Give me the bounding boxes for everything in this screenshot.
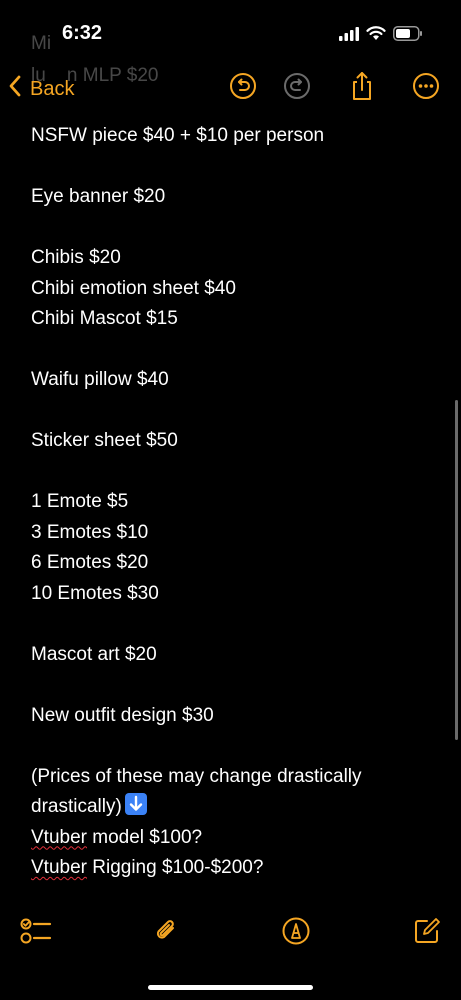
paperclip-icon bbox=[151, 916, 181, 951]
note-line: Chibi emotion sheet $40 bbox=[31, 277, 236, 299]
cellular-signal-icon bbox=[339, 26, 359, 46]
compose-icon bbox=[412, 916, 442, 951]
status-time: 6:32 bbox=[62, 22, 103, 44]
note-line: Waifu pillow $40 bbox=[31, 369, 169, 390]
misspelled-word[interactable]: Vtuber bbox=[31, 827, 87, 848]
note-line-text: model $100? bbox=[86, 826, 203, 848]
note-line: 6 Emotes $20 bbox=[31, 552, 149, 573]
more-button[interactable] bbox=[410, 72, 442, 104]
note-line-text: Rigging $100-$200? bbox=[86, 857, 264, 878]
note-line: Eye banner $20 bbox=[31, 186, 166, 207]
note-line: Vtuber Rigging $100-$200? bbox=[31, 853, 441, 884]
note-line: 3 Emotes $10 bbox=[31, 521, 149, 543]
note-line: Vtuber model $100? bbox=[31, 823, 441, 854]
bottom-toolbar bbox=[0, 910, 461, 960]
back-button[interactable]: Back bbox=[8, 75, 74, 103]
status-bar: 6:32 bbox=[0, 0, 461, 62]
faded-note-text-top: Mi bbox=[31, 33, 52, 54]
note-line bbox=[31, 609, 441, 640]
note-line: 10 Emotes $30 bbox=[31, 582, 159, 604]
wifi-icon bbox=[366, 26, 386, 46]
note-line bbox=[31, 457, 441, 488]
note-line: New outfit design $30 bbox=[31, 704, 214, 726]
note-line-text: drastically) bbox=[31, 796, 122, 817]
note-line bbox=[31, 152, 441, 183]
home-indicator[interactable] bbox=[148, 985, 313, 990]
back-label: Back bbox=[30, 77, 75, 100]
share-icon bbox=[349, 71, 375, 106]
note-line: NSFW piece $40 + $10 per person bbox=[31, 125, 325, 146]
checklist-button[interactable] bbox=[19, 916, 53, 950]
note-line: Chibi Mascot $15 bbox=[31, 308, 178, 329]
redo-button[interactable] bbox=[281, 72, 313, 104]
markup-button[interactable] bbox=[279, 916, 313, 950]
undo-button[interactable] bbox=[227, 72, 259, 104]
down-arrow-emoji-icon bbox=[124, 793, 147, 815]
more-icon bbox=[412, 72, 440, 105]
pen-icon bbox=[281, 916, 311, 951]
note-line bbox=[31, 335, 441, 366]
attach-button[interactable] bbox=[149, 916, 183, 950]
note-line: Sticker sheet $50 bbox=[31, 430, 178, 451]
note-line bbox=[31, 213, 441, 244]
note-line: (Prices of these may change drastically bbox=[31, 765, 362, 787]
note-line: Mascot art $20 bbox=[31, 643, 157, 665]
misspelled-word[interactable]: Vtuber bbox=[31, 857, 87, 878]
checklist-icon bbox=[20, 917, 52, 950]
note-line: Chibis $20 bbox=[31, 247, 121, 268]
chevron-left-icon bbox=[8, 75, 30, 103]
note-line bbox=[31, 731, 441, 762]
note-body[interactable]: NSFW piece $40 + $10 per person Eye bann… bbox=[31, 121, 441, 884]
compose-button[interactable] bbox=[410, 916, 444, 950]
note-line: drastically) bbox=[31, 792, 441, 823]
scrollbar[interactable] bbox=[455, 400, 458, 740]
battery-icon bbox=[393, 26, 423, 46]
status-icons bbox=[339, 26, 423, 46]
note-line bbox=[31, 670, 441, 701]
redo-icon bbox=[283, 72, 311, 105]
undo-icon bbox=[229, 72, 257, 105]
note-line: 1 Emote $5 bbox=[31, 491, 129, 512]
share-button[interactable] bbox=[346, 71, 378, 106]
note-line bbox=[31, 396, 441, 427]
